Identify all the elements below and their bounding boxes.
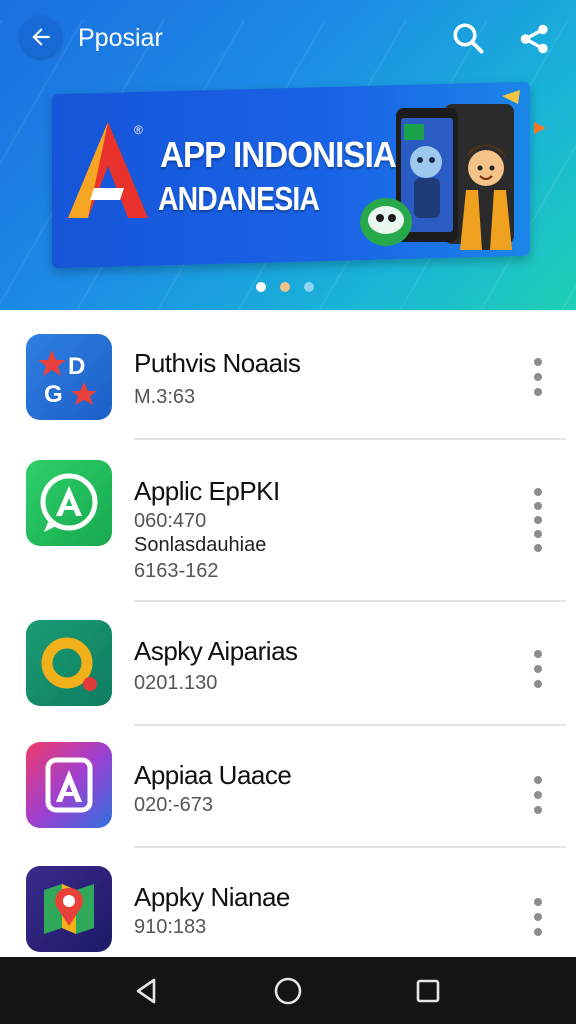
app-meta: 060:470: [134, 510, 207, 532]
dg-star-icon: D G: [26, 334, 112, 420]
svg-text:D: D: [68, 353, 85, 380]
app-meta: 020:-673: [134, 794, 213, 816]
divider: [134, 600, 566, 602]
page-title: Pposiar: [78, 24, 163, 52]
app-name: Appky Nianae: [134, 882, 290, 912]
a-logo-icon: ®: [68, 122, 148, 218]
carousel-dot[interactable]: [304, 282, 314, 292]
hero-header: Pposiar ® APP INDONISIA ANDANESIA: [0, 0, 576, 310]
more-options-button[interactable]: [526, 776, 550, 814]
carousel-indicator[interactable]: [256, 282, 314, 292]
carousel-dot[interactable]: [280, 282, 290, 292]
more-options-button[interactable]: [526, 358, 550, 396]
search-icon: [453, 23, 484, 54]
top-app-bar: Pposiar: [0, 0, 576, 76]
share-icon: [520, 24, 548, 54]
app-name: Appiaa Uaace: [134, 760, 292, 790]
app-meta: 6163-162: [134, 560, 219, 582]
registered-mark: ®: [134, 123, 143, 137]
search-button[interactable]: [450, 20, 486, 56]
app-description: Sonlasdauhiae: [134, 534, 267, 556]
carousel-dot[interactable]: [256, 282, 266, 292]
app-name: Applic EpPKI: [134, 476, 280, 506]
more-options-button[interactable]: [526, 650, 550, 688]
map-pin-icon: [26, 866, 112, 952]
yellow-ring-icon: [26, 620, 112, 706]
app-meta: 0201.130: [134, 672, 218, 694]
svg-text:G: G: [44, 381, 63, 408]
app-meta: 910:183: [134, 916, 207, 938]
more-options-button[interactable]: [526, 488, 550, 552]
share-button[interactable]: [516, 20, 554, 58]
banner-subheadline: ANDANESIA: [158, 180, 320, 217]
app-name: Puthvis Noaais: [134, 348, 301, 378]
app-name: Aspky Aiparias: [134, 636, 298, 666]
app-meta: M.3:63: [134, 386, 196, 408]
gradient-a-icon: [26, 742, 112, 828]
more-options-button[interactable]: [526, 898, 550, 936]
arrow-left-icon: [32, 28, 50, 46]
phone-characters-illustration: [360, 90, 546, 250]
nav-recents-icon[interactable]: [412, 975, 444, 1007]
system-nav-bar: [0, 957, 576, 1024]
divider: [134, 846, 566, 848]
divider: [134, 724, 566, 726]
divider: [134, 438, 566, 440]
nav-back-icon[interactable]: [130, 975, 162, 1007]
green-a-chat-icon: [26, 460, 112, 546]
back-button[interactable]: [20, 16, 62, 58]
nav-home-icon[interactable]: [272, 975, 304, 1007]
